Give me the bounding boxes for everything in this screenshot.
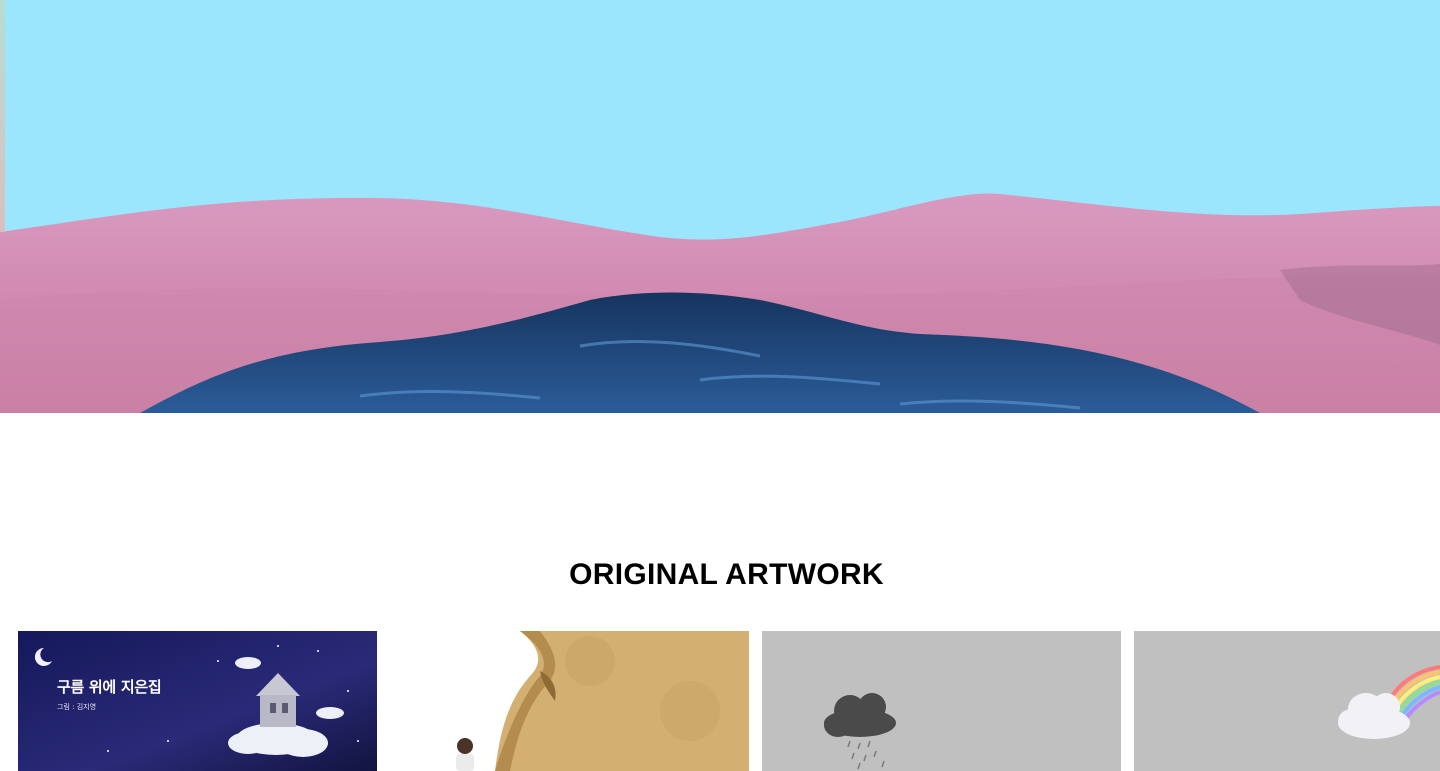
hero-banner <box>0 0 1440 413</box>
rain-cloud-image <box>824 693 896 770</box>
night-sky-image <box>18 631 377 771</box>
artwork-title: 구름 위에 지은집 <box>57 678 162 696</box>
section-title: ORIGINAL ARTWORK <box>569 558 884 591</box>
curled-paper-image <box>456 631 749 771</box>
artwork-card-cloud-house[interactable]: 구름 위에 지은집 그림 : 김지영 <box>18 631 377 771</box>
artwork-card-paper[interactable] <box>390 631 749 771</box>
artwork-credit: 그림 : 김지영 <box>57 703 97 711</box>
rainbow-cloud-image <box>1338 665 1440 739</box>
artwork-card-rain-cloud[interactable] <box>762 631 1121 771</box>
hero-landscape-image <box>0 0 1440 413</box>
hero-edge-strip <box>0 0 5 232</box>
artwork-card-rainbow-cloud[interactable] <box>1134 631 1440 771</box>
